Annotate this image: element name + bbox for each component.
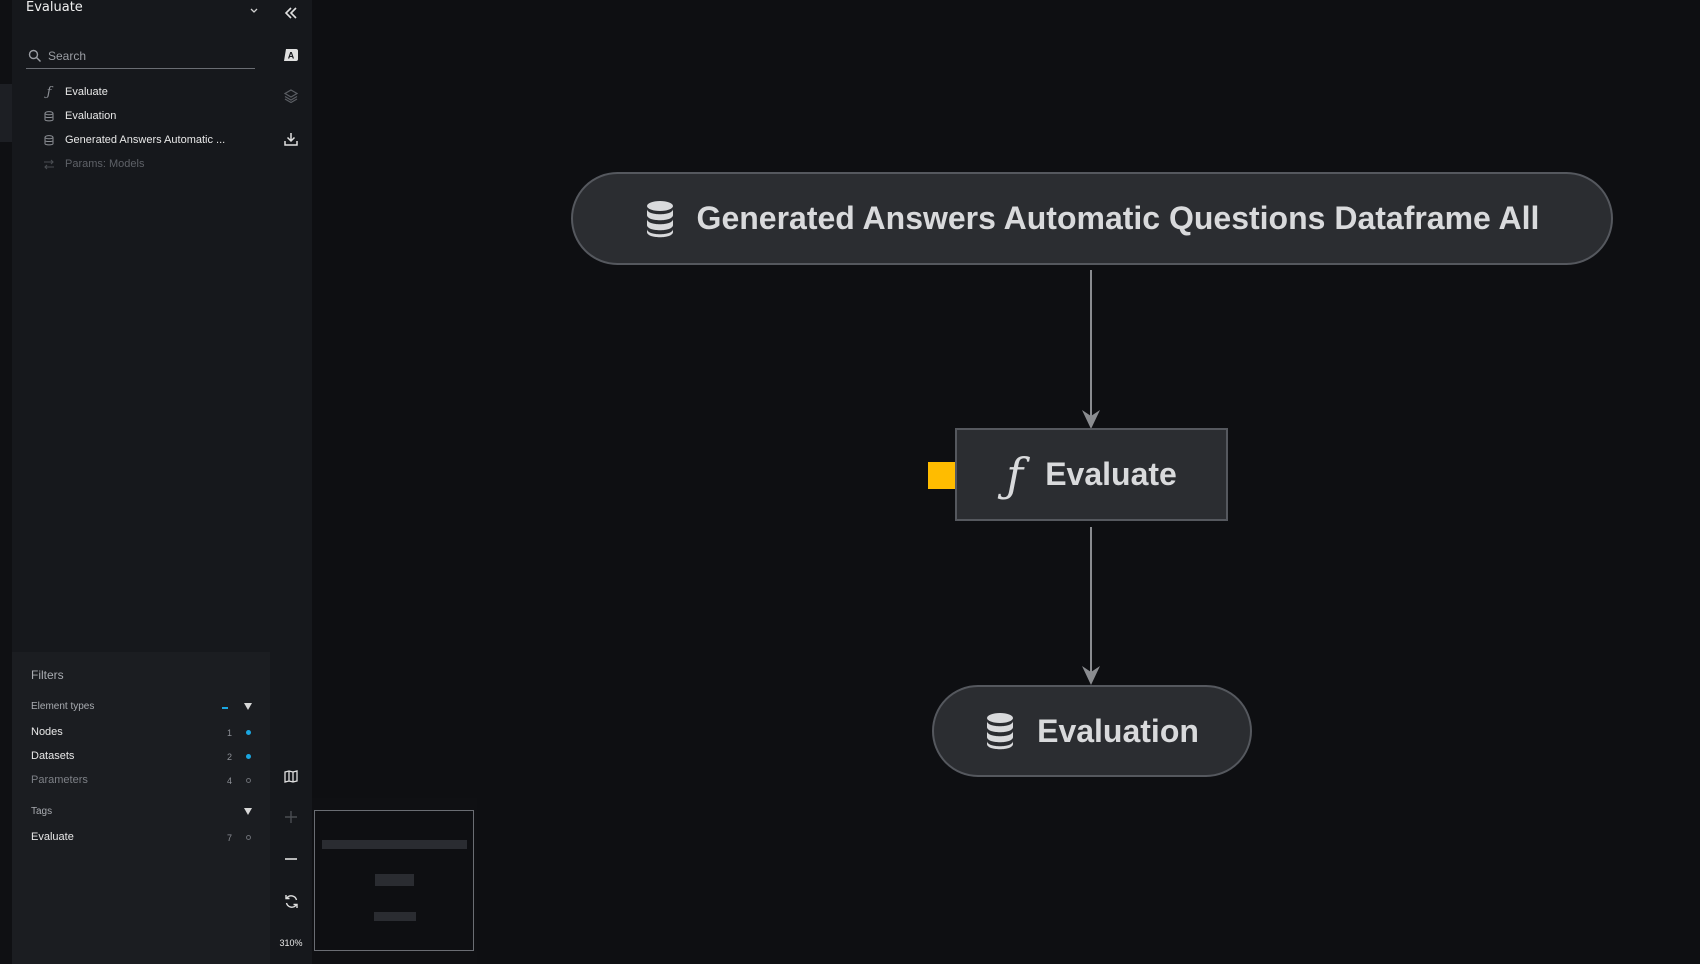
filter-tag-evaluate[interactable]: Evaluate xyxy=(31,831,74,843)
function-icon: ƒ xyxy=(1006,447,1024,502)
left-edge-strip xyxy=(0,0,12,964)
database-icon xyxy=(42,133,56,147)
filter-parameters[interactable]: Parameters xyxy=(31,774,88,786)
tree-item-params-models[interactable]: Params: Models xyxy=(42,154,257,174)
graph-node-label: Evaluation xyxy=(1037,712,1199,749)
tree-item-label: Evaluation xyxy=(65,110,117,122)
download-icon xyxy=(284,133,298,146)
parameters-icon xyxy=(42,157,56,171)
label-icon: A xyxy=(284,49,298,61)
function-icon: ƒ xyxy=(46,84,52,100)
tree-item-evaluate[interactable]: ƒ Evaluate xyxy=(42,82,257,102)
zoom-level: 310% xyxy=(279,938,303,948)
filter-datasets[interactable]: Datasets xyxy=(31,750,74,762)
parameter-indicator[interactable] xyxy=(928,462,955,489)
tree-item-evaluation[interactable]: Evaluation xyxy=(42,106,257,126)
graph-node-generated-answers[interactable]: Generated Answers Automatic Questions Da… xyxy=(571,172,1613,265)
graph-node-label: Evaluate xyxy=(1045,456,1177,492)
filters-title: Filters xyxy=(31,668,64,682)
filter-checkbox-parameters[interactable] xyxy=(246,778,251,783)
database-icon xyxy=(42,109,56,123)
tags-label: Tags xyxy=(31,806,53,817)
filter-count: 1 xyxy=(226,728,232,738)
tree-item-generated-answers[interactable]: Generated Answers Automatic ... xyxy=(42,130,257,150)
toolbar: A 310% xyxy=(270,0,312,964)
collapse-triangle-icon[interactable] xyxy=(244,703,252,710)
zoom-in-button[interactable] xyxy=(270,800,312,834)
filter-nodes[interactable]: Nodes xyxy=(31,726,63,738)
graph-node-evaluation[interactable]: Evaluation xyxy=(932,685,1252,777)
collapse-triangle-icon[interactable] xyxy=(244,808,252,815)
double-chevron-left-icon xyxy=(284,7,297,19)
tree-item-label: Evaluate xyxy=(65,86,108,98)
graph-node-label: Generated Answers Automatic Questions Da… xyxy=(696,200,1540,236)
search-icon xyxy=(28,48,42,67)
refresh-icon xyxy=(284,894,298,908)
plus-icon xyxy=(285,811,297,823)
filter-count: 2 xyxy=(226,752,232,762)
tree-item-label: Params: Models xyxy=(65,158,145,170)
indeterminate-icon[interactable] xyxy=(222,707,228,709)
svg-text:A: A xyxy=(288,51,295,61)
collapse-sidebar-button[interactable] xyxy=(270,0,312,30)
reset-view-button[interactable] xyxy=(270,884,312,918)
map-icon xyxy=(284,769,298,783)
layers-icon xyxy=(284,89,298,103)
tree-item-label: Generated Answers Automatic ... xyxy=(65,134,226,146)
filter-checkbox-nodes[interactable] xyxy=(246,730,251,735)
zoom-out-button[interactable] xyxy=(270,842,312,876)
filter-checkbox-tag-evaluate[interactable] xyxy=(246,835,251,840)
pipeline-name: Evaluate xyxy=(26,0,83,15)
search-field[interactable] xyxy=(26,46,255,69)
label-toggle-button[interactable]: A xyxy=(270,38,312,72)
minus-icon xyxy=(285,858,297,860)
minimap-toggle-button[interactable] xyxy=(270,759,312,793)
database-icon xyxy=(645,200,675,238)
filter-count: 7 xyxy=(226,833,232,843)
filter-count: 4 xyxy=(226,776,232,786)
pipeline-selector[interactable]: Evaluate xyxy=(26,0,83,15)
graph-node-evaluate[interactable]: ƒ Evaluate xyxy=(955,428,1228,521)
layers-button[interactable] xyxy=(270,79,312,113)
database-icon xyxy=(985,712,1015,750)
chevron-down-icon[interactable] xyxy=(249,0,259,13)
search-input[interactable] xyxy=(48,46,248,66)
export-button[interactable] xyxy=(270,122,312,156)
active-marker xyxy=(0,84,12,142)
element-types-label: Element types xyxy=(31,701,95,712)
filter-checkbox-datasets[interactable] xyxy=(246,754,251,759)
